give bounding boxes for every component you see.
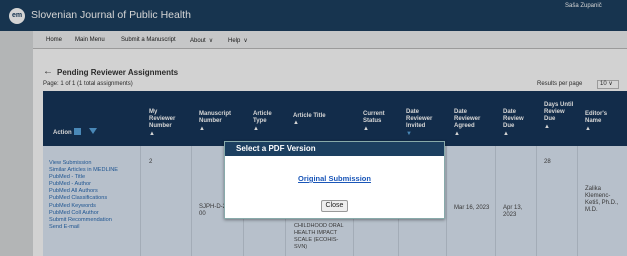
original-submission-link[interactable]: Original Submission <box>225 174 444 183</box>
dialog-title: Select a PDF Version <box>225 142 444 156</box>
select-pdf-dialog: Select a PDF Version Original Submission… <box>224 141 445 219</box>
close-button[interactable]: Close <box>321 200 348 212</box>
